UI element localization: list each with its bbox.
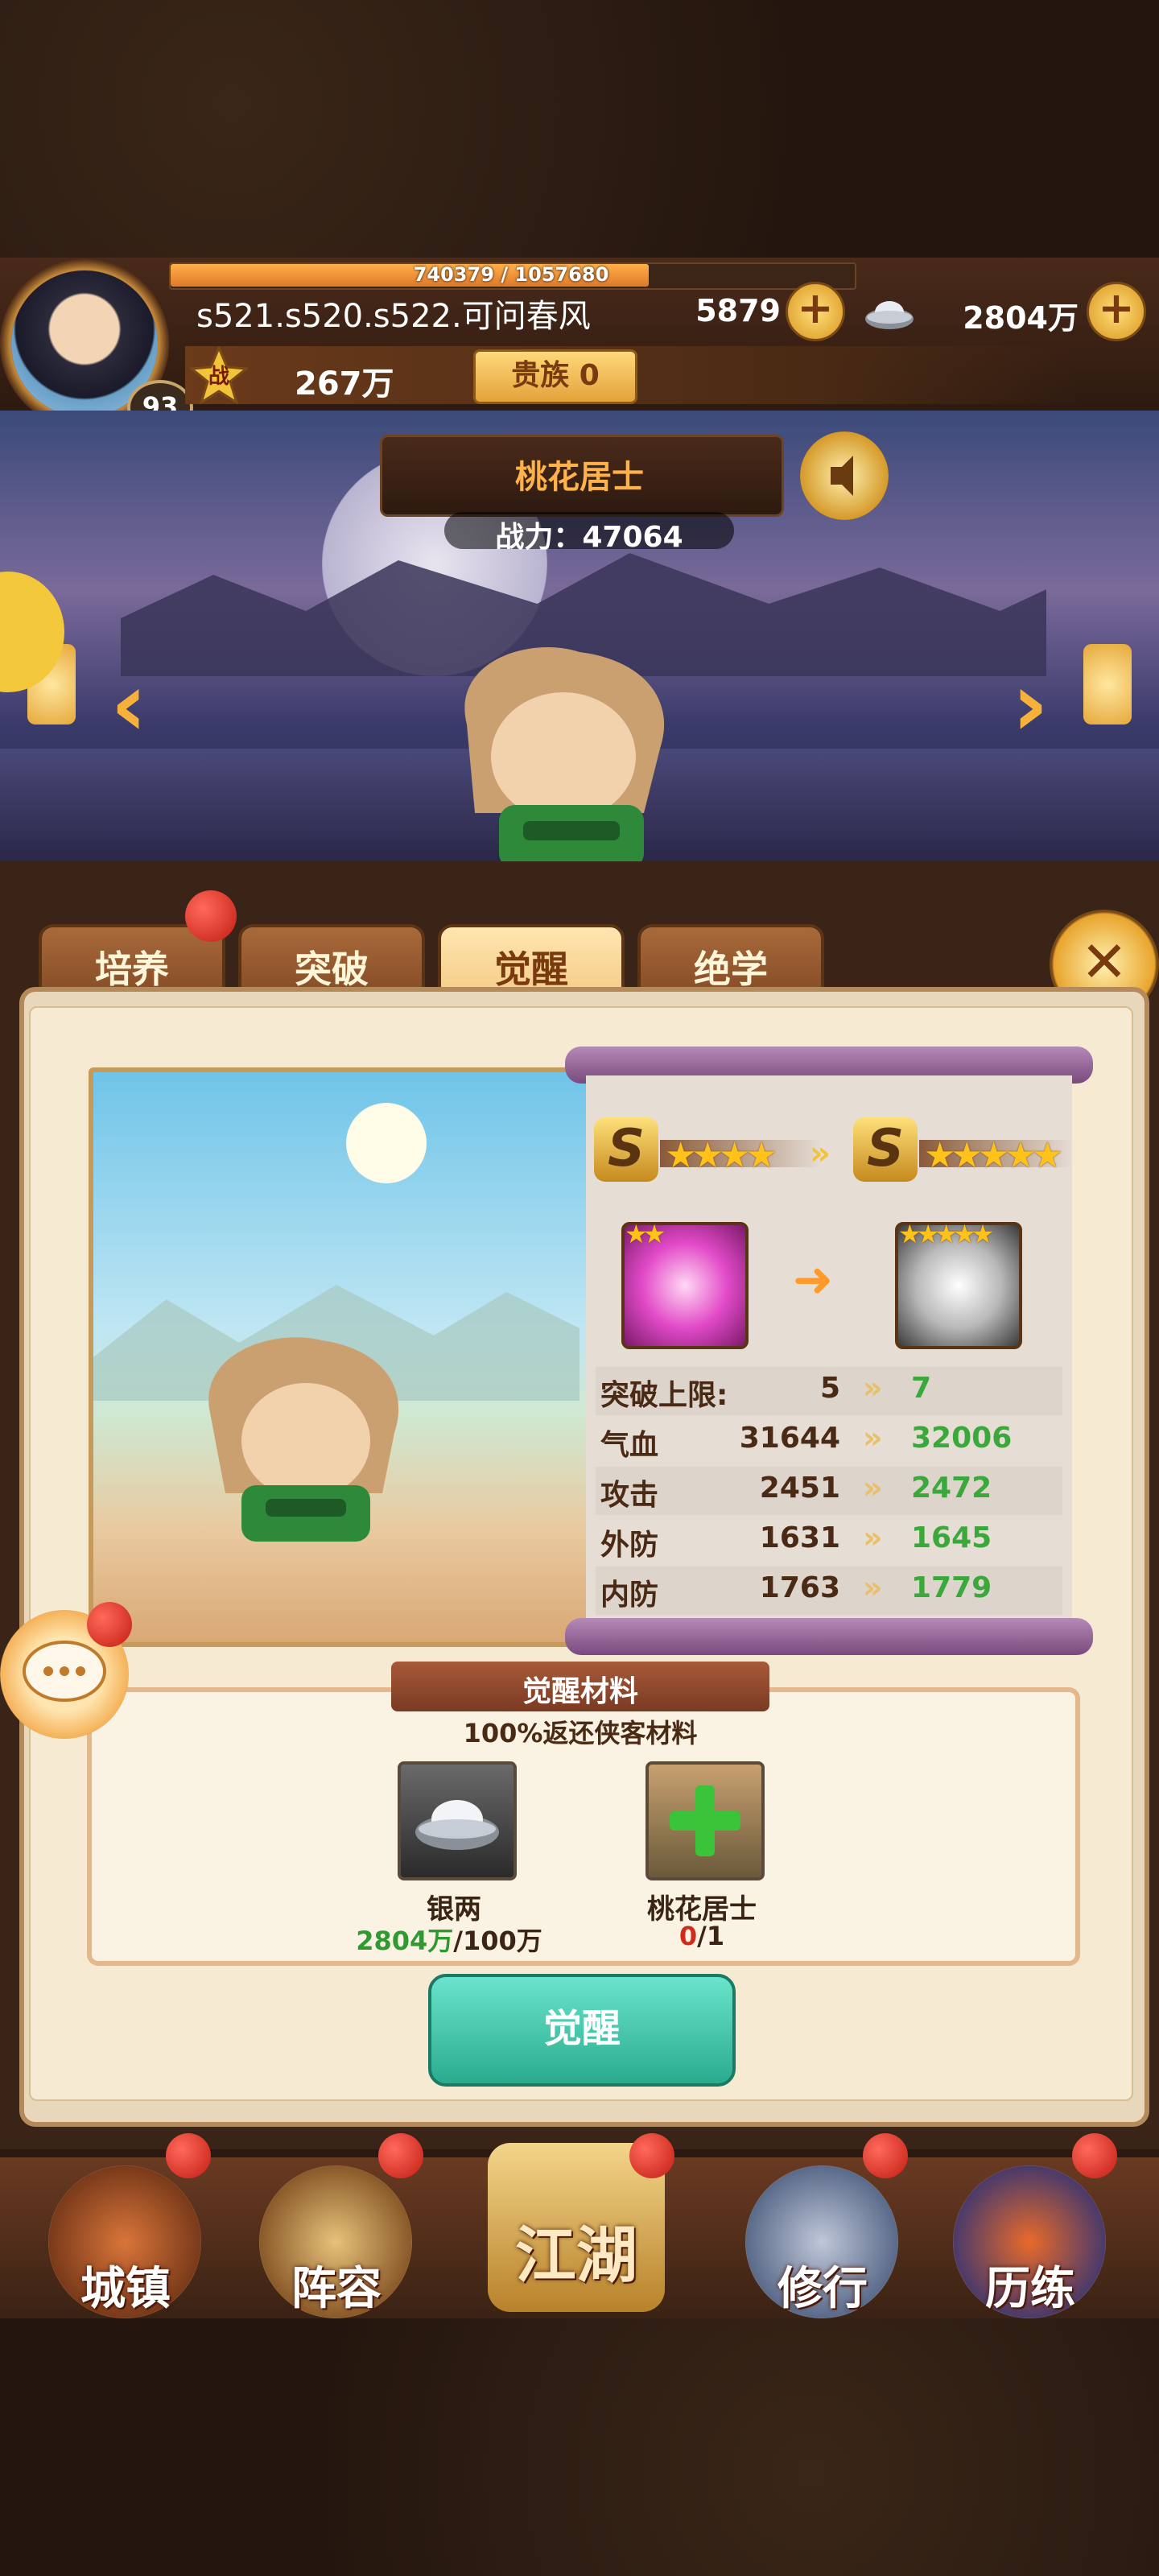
add-gold-button[interactable]: + — [786, 282, 845, 341]
stat-arrow: » — [863, 1470, 883, 1505]
stat-label: 气血 — [600, 1429, 659, 1462]
gold-value: 5879 — [695, 293, 781, 328]
top-background — [0, 0, 1159, 258]
silver-value: 2804万 — [963, 300, 1079, 336]
grade-s-icon-next: S — [853, 1117, 918, 1182]
rose-item-stars: ★★ — [625, 1219, 666, 1249]
nav-cultivate-label: 修行 — [777, 2263, 868, 2315]
nav-town-label: 城镇 — [80, 2263, 171, 2315]
notification-dot — [166, 2133, 211, 2178]
stat-arrow: » — [863, 1420, 883, 1455]
silver-ingot-icon — [865, 301, 914, 329]
stat-old-value: 1763 — [759, 1571, 840, 1604]
grade-arrow: » — [810, 1135, 831, 1172]
notification-dot — [629, 2133, 674, 2178]
add-silver-button[interactable]: + — [1087, 282, 1146, 341]
player-name: s521.s520.s522.可问春风 — [196, 298, 591, 335]
exp-text: 740379 / 1057680 — [413, 263, 609, 286]
stat-label: 内防 — [600, 1579, 659, 1612]
stat-arrow: » — [863, 1520, 883, 1555]
sun — [346, 1103, 427, 1183]
lantern-right — [1083, 644, 1132, 724]
rose-item-next-stars: ★★★★★ — [898, 1219, 994, 1249]
stat-old-value: 5 — [819, 1372, 840, 1405]
stat-new-value: 2472 — [911, 1472, 992, 1505]
material-need: /100万 — [453, 1926, 542, 1956]
stat-old-value: 2451 — [759, 1472, 840, 1505]
hero-portrait-sprite — [208, 1337, 399, 1542]
silver-ingot-icon — [415, 1800, 499, 1850]
battle-power-icon-label: 战 — [208, 365, 229, 389]
stat-old-value: 1631 — [759, 1521, 840, 1554]
material-count: 0/1 — [581, 1921, 823, 1951]
notification-dot — [863, 2133, 908, 2178]
grade-s-icon: S — [594, 1117, 658, 1182]
material-have: 0 — [678, 1921, 698, 1951]
stat-new-value: 32006 — [911, 1422, 1013, 1455]
bottom-background — [0, 2318, 1159, 2576]
materials-title: 觉醒材料 — [522, 1675, 638, 1708]
notification-dot — [185, 890, 237, 942]
stat-label: 突破上限: — [600, 1379, 728, 1412]
nav-jianghu-label: 江湖 — [515, 2219, 637, 2291]
voice-button[interactable] — [800, 431, 889, 520]
awaken-button[interactable]: 觉醒 — [428, 1974, 736, 2087]
hero-name: 桃花居士 — [515, 459, 644, 496]
noble-rank-badge[interactable]: 贵族 0 — [473, 349, 637, 404]
silver-material-icon[interactable] — [398, 1761, 517, 1880]
add-plus-icon — [670, 1785, 740, 1856]
notification-dot — [87, 1602, 132, 1647]
battle-power-value: 267万 — [295, 365, 394, 402]
prev-hero-button[interactable]: ‹ — [97, 660, 161, 749]
stat-label: 攻击 — [600, 1479, 659, 1512]
stat-label: 外防 — [600, 1529, 659, 1562]
hero-power: 战力：47064 — [495, 521, 683, 554]
upgrade-arrow: ➜ — [792, 1252, 834, 1308]
stat-arrow: » — [863, 1370, 883, 1406]
nav-lineup-label: 阵容 — [291, 2263, 382, 2315]
materials-subtitle: 100%返还侠客材料 — [463, 1718, 698, 1748]
material-have: 2804万 — [356, 1926, 454, 1956]
stat-arrow: » — [863, 1570, 883, 1605]
stat-new-value: 1645 — [911, 1521, 992, 1554]
next-grade-stars: ★★★★★ — [924, 1135, 1063, 1176]
scroll-bottom-rod — [565, 1618, 1093, 1655]
material-need: /1 — [697, 1921, 725, 1951]
current-grade-stars: ★★★★ — [665, 1135, 777, 1176]
hero-character-sprite — [464, 647, 665, 869]
nav-train-label: 历练 — [985, 2263, 1075, 2315]
next-hero-button[interactable]: › — [998, 660, 1062, 749]
stat-new-value: 7 — [911, 1372, 932, 1405]
material-count: 2804万/100万 — [328, 1921, 570, 1958]
notification-dot — [378, 2133, 423, 2178]
speaker-icon — [831, 456, 853, 496]
hero-material-icon[interactable] — [645, 1761, 765, 1880]
battle-power-icon: 战 — [190, 346, 248, 404]
stat-new-value: 1779 — [911, 1571, 992, 1604]
stat-old-value: 31644 — [739, 1422, 840, 1455]
notification-dot — [1072, 2133, 1117, 2178]
